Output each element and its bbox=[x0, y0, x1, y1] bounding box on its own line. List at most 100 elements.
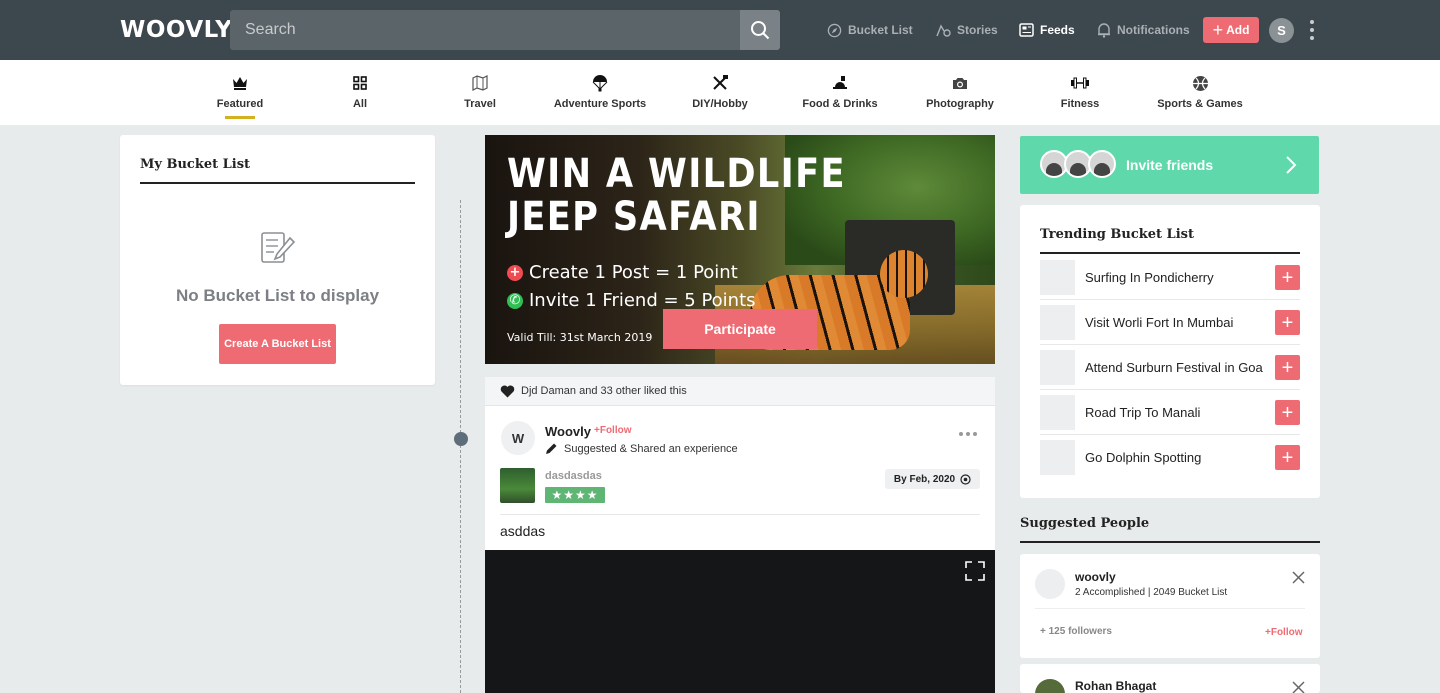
parachute-icon bbox=[592, 75, 608, 92]
banner-headline: WIN A WILDLIFE JEEP SAFARI bbox=[507, 151, 846, 240]
item-thumbnail bbox=[1040, 395, 1075, 430]
author-name[interactable]: Woovly bbox=[545, 424, 591, 439]
card-divider bbox=[1035, 608, 1305, 609]
person-stats: 2 Accomplished | 2049 Bucket List bbox=[1075, 587, 1228, 598]
item-title[interactable]: Road Trip To Manali bbox=[1085, 405, 1200, 420]
category-label: Travel bbox=[464, 98, 496, 110]
date-text: By Feb, 2020 bbox=[893, 473, 956, 485]
top-bar: WOOVLY Bucket List Stories Feeds Notific… bbox=[0, 0, 1440, 60]
close-icon[interactable] bbox=[1292, 681, 1305, 693]
person-avatar[interactable] bbox=[1035, 569, 1065, 599]
search-button[interactable] bbox=[740, 10, 780, 50]
post-action: Suggested & Shared an experience bbox=[545, 442, 738, 455]
add-to-bucket-button[interactable]: + bbox=[1275, 310, 1300, 335]
item-title[interactable]: Attend Surburn Festival in Goa bbox=[1085, 360, 1263, 375]
category-featured[interactable]: Featured bbox=[180, 72, 300, 119]
category-label: All bbox=[352, 98, 368, 110]
timeline-dot bbox=[454, 432, 468, 446]
experience-title[interactable]: dasdasdas bbox=[545, 470, 602, 482]
person-name[interactable]: woovly bbox=[1075, 570, 1116, 584]
nav-feeds[interactable]: Feeds bbox=[1019, 20, 1075, 40]
action-text: Suggested & Shared an experience bbox=[564, 442, 738, 455]
item-thumbnail bbox=[1040, 305, 1075, 340]
nav-notifications[interactable]: Notifications bbox=[1097, 20, 1190, 40]
video-player[interactable] bbox=[485, 550, 995, 693]
liked-bar: Djd Daman and 33 other liked this bbox=[485, 377, 995, 406]
target-icon bbox=[960, 473, 971, 485]
create-bucket-list-button[interactable]: Create A Bucket List bbox=[219, 324, 336, 364]
title-divider bbox=[140, 182, 415, 184]
trending-title: Trending Bucket List bbox=[1040, 227, 1194, 242]
suggested-person-card: woovly 2 Accomplished | 2049 Bucket List… bbox=[1020, 554, 1320, 658]
add-label: Add bbox=[1226, 23, 1250, 37]
checklist-icon bbox=[261, 232, 296, 263]
liked-text: Djd Daman and 33 other liked this bbox=[521, 385, 687, 397]
search-icon bbox=[751, 21, 770, 40]
post-options-icon[interactable] bbox=[959, 432, 977, 436]
category-label: Featured bbox=[216, 98, 264, 110]
suggested-people-title: Suggested People bbox=[1020, 516, 1150, 531]
user-avatar[interactable]: S bbox=[1269, 18, 1294, 43]
category-bar: Featured All Travel Adventure Sports DIY… bbox=[0, 60, 1440, 125]
category-diy-hobby[interactable]: DIY/Hobby bbox=[660, 72, 780, 110]
more-menu-icon[interactable] bbox=[1307, 20, 1317, 40]
item-title[interactable]: Visit Worli Fort In Mumbai bbox=[1085, 315, 1233, 330]
person-avatar[interactable] bbox=[1035, 679, 1065, 693]
category-fitness[interactable]: Fitness bbox=[1020, 72, 1140, 110]
category-label: Fitness bbox=[1060, 98, 1100, 110]
empty-message: No Bucket List to display bbox=[175, 286, 380, 305]
add-to-bucket-button[interactable]: + bbox=[1275, 400, 1300, 425]
post-divider bbox=[500, 514, 980, 515]
category-all[interactable]: All bbox=[300, 72, 420, 110]
item-title[interactable]: Go Dolphin Spotting bbox=[1085, 450, 1201, 465]
valid-till: Valid Till: 31st March 2019 bbox=[507, 331, 653, 344]
follow-button[interactable]: +Follow bbox=[1265, 627, 1303, 638]
category-sports-games[interactable]: Sports & Games bbox=[1140, 72, 1260, 110]
invite-friends-button[interactable]: Invite friends bbox=[1020, 136, 1319, 194]
person-name[interactable]: Rohan Bhagat bbox=[1075, 679, 1156, 693]
woovly-logo[interactable]: WOOVLY bbox=[120, 17, 232, 43]
suggested-person-card: Rohan Bhagat bbox=[1020, 664, 1320, 693]
timeline-line bbox=[460, 200, 461, 693]
close-icon[interactable] bbox=[1292, 571, 1305, 584]
category-adventure-sports[interactable]: Adventure Sports bbox=[540, 72, 660, 110]
contest-banner[interactable]: WIN A WILDLIFE JEEP SAFARI + Create 1 Pos… bbox=[485, 135, 995, 364]
author-avatar[interactable]: W bbox=[501, 421, 535, 455]
experience-thumbnail[interactable] bbox=[500, 468, 535, 503]
whatsapp-icon: ✆ bbox=[507, 292, 523, 309]
plus-icon: + bbox=[1212, 20, 1224, 40]
point-text: Invite 1 Friend = 5 Points bbox=[529, 290, 756, 311]
category-label: DIY/Hobby bbox=[692, 98, 748, 110]
add-to-bucket-button[interactable]: + bbox=[1275, 445, 1300, 470]
category-food-drinks[interactable]: Food & Drinks bbox=[780, 72, 900, 110]
feed-post: Djd Daman and 33 other liked this W Woov… bbox=[485, 377, 995, 693]
map-icon bbox=[472, 75, 488, 91]
trending-item[interactable]: Go Dolphin Spotting + bbox=[1040, 435, 1300, 480]
add-to-bucket-button[interactable]: + bbox=[1275, 265, 1300, 290]
trending-item[interactable]: Road Trip To Manali + bbox=[1040, 390, 1300, 435]
category-travel[interactable]: Travel bbox=[420, 72, 540, 110]
nav-stories[interactable]: Stories bbox=[934, 20, 998, 40]
title-divider bbox=[1020, 541, 1320, 543]
follow-link[interactable]: +Follow bbox=[594, 425, 632, 436]
title-divider bbox=[1040, 252, 1300, 254]
trending-item[interactable]: Surfing In Pondicherry + bbox=[1040, 255, 1300, 300]
rating-stars: ★★★★ bbox=[545, 487, 605, 503]
add-to-bucket-button[interactable]: + bbox=[1275, 355, 1300, 380]
item-title[interactable]: Surfing In Pondicherry bbox=[1085, 270, 1214, 285]
nav-bucket-list[interactable]: Bucket List bbox=[827, 20, 913, 40]
search-input[interactable] bbox=[230, 10, 740, 50]
category-photography[interactable]: Photography bbox=[900, 72, 1020, 110]
trending-item[interactable]: Visit Worli Fort In Mumbai + bbox=[1040, 300, 1300, 345]
participate-button[interactable]: Participate bbox=[663, 309, 817, 349]
trending-bucket-list-card: Trending Bucket List Surfing In Pondiche… bbox=[1020, 205, 1320, 498]
nav-label: Stories bbox=[957, 23, 998, 37]
category-label: Sports & Games bbox=[1157, 98, 1243, 110]
trending-item[interactable]: Attend Surburn Festival in Goa + bbox=[1040, 345, 1300, 390]
add-button[interactable]: + Add bbox=[1203, 17, 1259, 43]
my-bucket-list-card: My Bucket List No Bucket List to display… bbox=[120, 135, 435, 385]
heart-icon bbox=[500, 385, 515, 397]
category-label: Adventure Sports bbox=[553, 98, 647, 110]
fullscreen-icon[interactable] bbox=[965, 561, 985, 581]
grid-icon bbox=[353, 76, 367, 90]
